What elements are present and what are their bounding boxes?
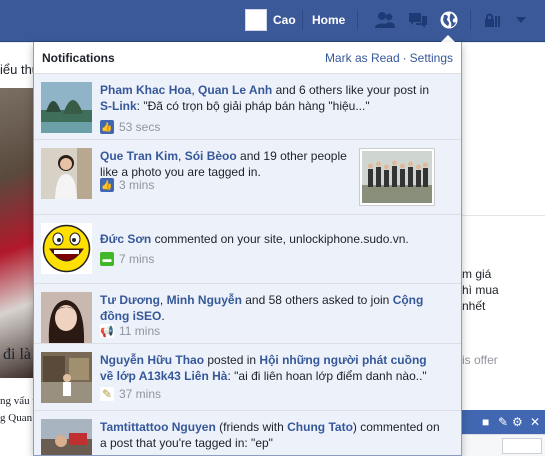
notification-text: Pham Khac Hoa, Quan Le Anh and 6 others …	[100, 83, 430, 113]
notification-item[interactable]: Đức Sơn commented on your site, unlockip…	[34, 215, 461, 284]
pencil-icon: ✎	[100, 387, 114, 401]
notification-meta: 👍 3 mins	[100, 178, 154, 192]
video-icon[interactable]: ■	[482, 415, 489, 429]
dropdown-pointer	[441, 35, 455, 42]
notification-meta: ✎ 37 mins	[100, 387, 161, 401]
actor-avatar	[41, 352, 92, 403]
separator-dot: ·	[402, 51, 407, 65]
profile-link[interactable]: Cao	[273, 13, 296, 27]
notification-item[interactable]: Tư Dương, Minh Nguyễn and 58 others aske…	[34, 284, 461, 344]
gear-icon[interactable]: ⚙	[512, 415, 523, 429]
mark-as-read-link[interactable]: Mark as Read	[325, 51, 400, 65]
notification-meta: 📢 11 mins	[100, 324, 160, 338]
notification-text: Que Tran Kim, Sói Bèoo and 19 other peop…	[100, 149, 347, 179]
notification-settings-link[interactable]: Settings	[410, 51, 453, 65]
notification-text: Tamtittattoo Nguyen (friends with Chung …	[100, 420, 440, 450]
notifications-dropdown: Notifications Mark as Read · Settings Pham…	[33, 42, 462, 456]
notification-time: 53 secs	[119, 120, 161, 134]
actor-avatar	[41, 82, 92, 133]
notification-text: Tư Dương, Minh Nguyễn and 58 others aske…	[100, 293, 424, 323]
privacy-lock-icon[interactable]	[480, 8, 506, 32]
divider	[462, 215, 545, 216]
actor-avatar	[41, 419, 92, 455]
globe-notifications-icon[interactable]	[436, 8, 462, 32]
top-navigation-bar: Cao Home	[0, 0, 545, 42]
like-icon: 👍	[100, 178, 114, 192]
home-link[interactable]: Home	[312, 13, 345, 27]
like-icon: 👍	[100, 120, 114, 134]
notifications-actions: Mark as Read · Settings	[325, 51, 453, 65]
background-text: ng vấu t	[0, 395, 33, 407]
notification-time: 37 mins	[119, 387, 162, 401]
chevron-down-icon[interactable]	[508, 8, 534, 32]
chat-compose-area	[462, 434, 545, 456]
notification-time: 11 mins	[119, 324, 161, 338]
background-photo	[0, 88, 33, 378]
background-right-column: m giá hì mua nhết is offer	[462, 43, 545, 456]
background-text: đi là	[3, 346, 31, 363]
divider	[302, 10, 303, 30]
notification-time: 7 mins	[119, 252, 155, 266]
background-text: hì mua	[462, 283, 499, 297]
notifications-title: Notifications	[42, 51, 115, 65]
edit-icon[interactable]: ✎	[498, 415, 508, 429]
background-text: nhết	[462, 299, 486, 313]
messages-icon[interactable]	[405, 8, 431, 32]
notification-text: Đức Sơn commented on your site, unlockip…	[100, 232, 409, 246]
background-text: is offer	[462, 353, 498, 367]
notification-text: Nguyễn Hữu Thao posted in Hội những ngườ…	[100, 353, 427, 383]
tagged-photo-thumbnail[interactable]	[359, 148, 435, 206]
notification-item[interactable]: Nguyễn Hữu Thao posted in Hội những ngườ…	[34, 344, 461, 411]
background-text: m giá	[462, 267, 492, 281]
megaphone-icon: 📢	[100, 324, 114, 338]
notification-item[interactable]: Tamtittattoo Nguyen (friends with Chung …	[34, 411, 461, 455]
background-text: iểu thu	[0, 62, 33, 77]
notification-item[interactable]: Que Tran Kim, Sói Bèoo and 19 other peop…	[34, 140, 461, 215]
actor-avatar	[41, 292, 92, 343]
actor-avatar	[41, 148, 92, 199]
notification-time: 3 mins	[119, 178, 155, 192]
user-avatar[interactable]	[245, 9, 267, 31]
background-text: g Quan	[0, 412, 33, 424]
actor-avatar	[41, 223, 92, 274]
notification-item[interactable]: Pham Khac Hoa, Quan Le Anh and 6 others …	[34, 74, 461, 140]
notification-meta: 👍 53 secs	[100, 120, 160, 134]
comment-icon: ▬	[100, 252, 114, 266]
close-icon[interactable]: ✕	[530, 415, 540, 429]
notification-meta: ▬ 7 mins	[100, 252, 154, 266]
chat-sidebar-bar[interactable]: ■ ✎ ⚙ ✕	[462, 410, 545, 434]
notifications-header: Notifications Mark as Read · Settings	[34, 42, 461, 74]
background-news-feed: iểu thu đi là ng vấu t g Quan	[0, 43, 33, 456]
divider	[470, 10, 471, 30]
divider	[357, 10, 358, 30]
chat-input[interactable]	[502, 438, 542, 454]
friends-icon[interactable]	[372, 8, 398, 32]
